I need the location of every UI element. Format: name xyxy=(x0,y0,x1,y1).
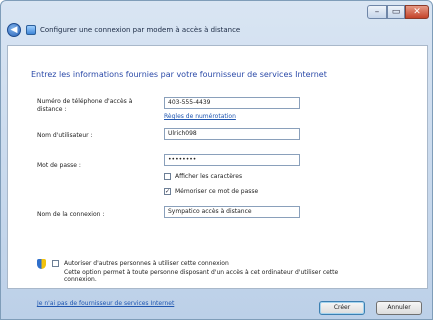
show-characters-label: Afficher les caractères xyxy=(175,173,243,180)
remember-password-label: Mémoriser ce mot de passe xyxy=(175,188,259,195)
create-button[interactable]: Créer xyxy=(319,301,365,315)
show-characters-checkbox[interactable] xyxy=(164,173,171,180)
connection-name-label: Nom de la connexion : xyxy=(37,211,105,218)
password-label: Mot de passe : xyxy=(37,162,81,169)
page-heading: Entrez les informations fournies par vot… xyxy=(31,70,327,79)
phone-number-label: Numéro de téléphone d'accès à distance : xyxy=(37,98,133,113)
allow-others-label: Autoriser d'autres personnes à utiliser … xyxy=(64,260,229,267)
dialing-rules-link[interactable]: Règles de numérotation xyxy=(164,113,236,120)
dialog-window: – ▭ ✕ ◀ Configurer une connexion par mod… xyxy=(0,0,433,320)
back-arrow-icon[interactable]: ◀ xyxy=(7,23,21,37)
phone-number-input[interactable]: 403-555-4439 xyxy=(164,97,300,109)
button-bar xyxy=(1,289,432,319)
password-input[interactable]: •••••••• xyxy=(164,154,300,166)
maximize-button[interactable]: ▭ xyxy=(387,5,405,19)
allow-others-checkbox[interactable] xyxy=(52,260,59,267)
close-button[interactable]: ✕ xyxy=(405,5,429,19)
dialup-connection-icon xyxy=(26,25,36,35)
username-label: Nom d'utilisateur : xyxy=(37,132,93,139)
title-bar: – ▭ ✕ ◀ Configurer une connexion par mod… xyxy=(1,1,432,41)
remember-password-checkbox[interactable]: ✓ xyxy=(164,188,171,195)
cancel-button[interactable]: Annuler xyxy=(376,301,422,315)
username-input[interactable]: Ulrich098 xyxy=(164,128,300,140)
window-title: Configurer une connexion par modem à acc… xyxy=(40,26,241,34)
connection-name-input[interactable]: Sympatico accès à distance xyxy=(164,206,300,218)
allow-others-description: Cette option permet à toute personne dis… xyxy=(64,269,339,283)
uac-shield-icon xyxy=(37,259,46,269)
minimize-button[interactable]: – xyxy=(367,5,387,19)
